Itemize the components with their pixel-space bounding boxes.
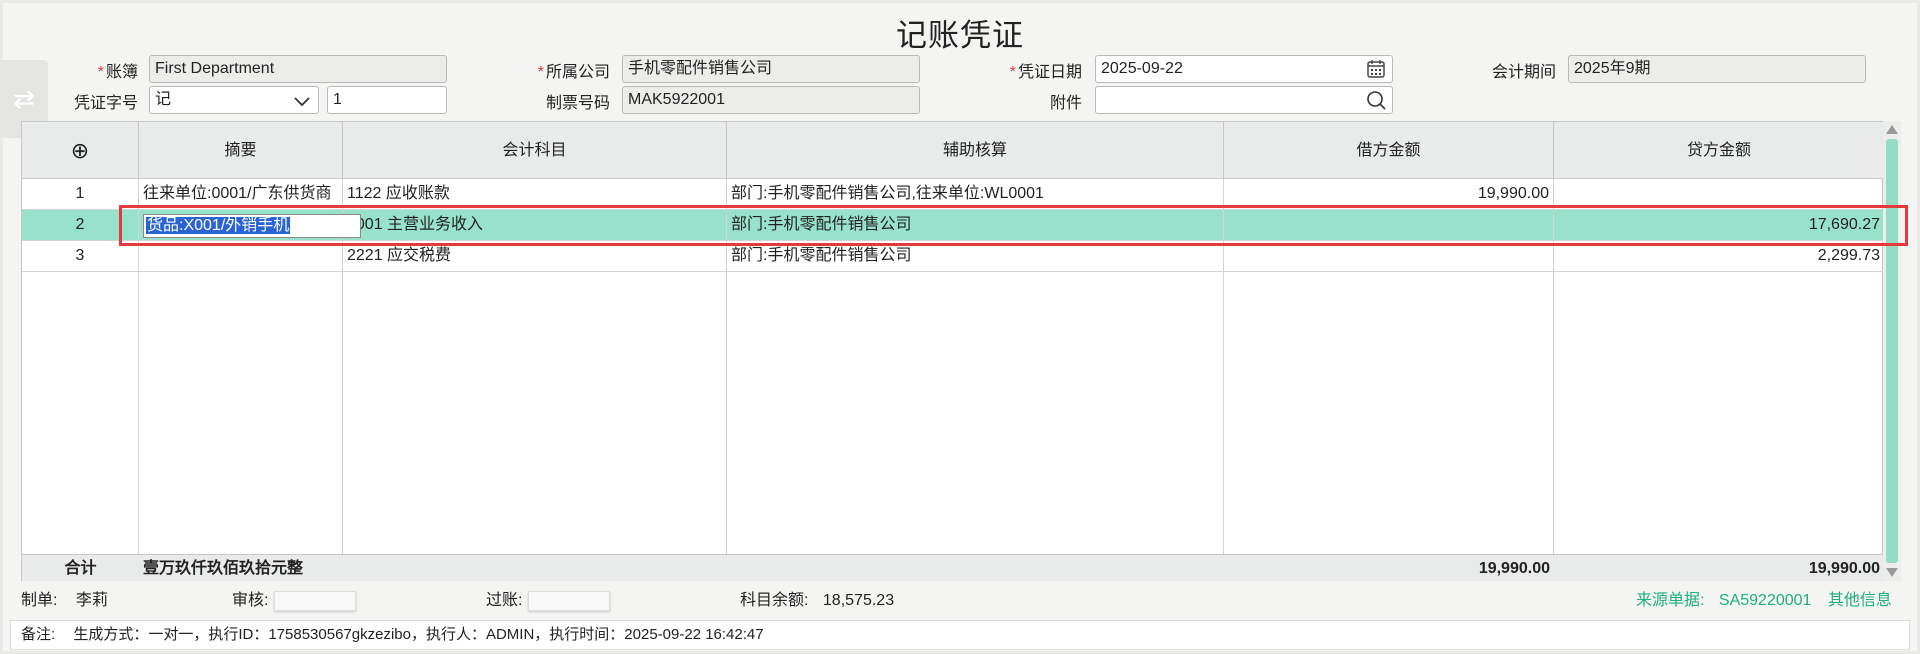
scroll-up-icon[interactable] [1886,125,1898,134]
account-cell[interactable]: 1122 应收账款 [343,179,727,209]
table-header: ⊕ 摘要 会计科目 辅助核算 借方金额 贷方金额 [22,122,1884,179]
debit-cell[interactable] [1224,210,1554,240]
company-label: * 所属公司 [537,64,610,81]
search-icon[interactable] [1366,90,1386,110]
source-link[interactable]: SA59220001 [1719,592,1812,609]
debit-cell[interactable]: 19,990.00 [1224,179,1554,209]
balance-label: 科目余额: [740,592,809,609]
account-cell[interactable]: 2221 应交税费 [343,241,727,271]
invoice-no-label: 制票号码 [545,95,610,112]
total-credit: 19,990.00 [1808,560,1880,577]
row-number: 1 [22,179,139,209]
review-label: 审核: [232,592,269,609]
maker-info: 制单: 李莉 [21,586,108,610]
col-summary: 摘要 [139,122,343,179]
voucher-date-value: 2025-09-22 [1101,60,1183,77]
review-field[interactable] [274,590,357,611]
column-divider [1553,272,1554,554]
voucher-word-label: 凭证字号 [73,95,138,112]
summary-cell[interactable] [139,241,343,271]
vertical-scrollbar[interactable] [1883,121,1901,581]
col-debit: 借方金额 [1224,122,1554,179]
credit-cell[interactable]: 17,690.27 [1554,210,1884,240]
add-row-cell: ⊕ [22,122,139,179]
column-divider [342,272,343,554]
scrollbar-thumb[interactable] [1886,139,1898,563]
credit-cell[interactable]: 2,299.73 [1554,241,1884,271]
summary-edit-input[interactable]: 货品:X001/外销手机 [143,214,361,238]
post-info: 过账: [486,586,611,611]
ledger-label: * 账簿 [97,64,138,81]
voucher-word-value: 记 [155,91,172,108]
balance-info: 科目余额: 18,575.23 [740,586,894,610]
remark-text: 生成方式：一对一，执行ID：1758530567gkzezibo，执行人：ADM… [73,626,764,643]
total-label: 合计 [64,560,97,577]
attachment-label: 附件 [1049,95,1082,112]
column-divider [1223,272,1224,554]
post-field[interactable] [528,590,611,611]
summary-selected-text: 货品:X001/外销手机 [146,217,291,234]
other-info-link[interactable]: 其他信息 [1828,592,1892,609]
period-label: 会计期间 [1491,64,1556,81]
calendar-icon[interactable] [1366,59,1386,79]
auxiliary-cell[interactable]: 部门:手机零配件销售公司 [727,241,1224,271]
voucher-number-field[interactable]: 1 [327,86,447,114]
table-row-selected[interactable]: 2 6001 主营业务收入 部门:手机零配件销售公司 17,690.27 货品:… [22,210,1884,241]
company-field[interactable]: 手机零配件销售公司 [622,55,920,83]
col-auxiliary: 辅助核算 [727,122,1224,179]
source-label: 来源单据: [1636,592,1705,609]
total-in-words: 壹万玖仟玖佰玖拾元整 [143,560,304,577]
maker-label: 制单: [21,592,58,609]
post-label: 过账: [486,592,523,609]
credit-cell[interactable] [1554,179,1884,209]
col-account: 会计科目 [343,122,727,179]
remark-bar: 备注: 生成方式：一对一，执行ID：1758530567gkzezibo，执行人… [10,620,1910,650]
table-row[interactable]: 3 2221 应交税费 部门:手机零配件销售公司 2,299.73 [22,241,1884,272]
invoice-no-field[interactable]: MAK5922001 [622,86,920,114]
attachment-field[interactable] [1095,86,1393,114]
table-row[interactable]: 1 往来单位:0001/广东供货商 1122 应收账款 部门:手机零配件销售公司… [22,179,1884,210]
add-row-icon[interactable]: ⊕ [71,138,89,163]
ledger-field[interactable]: First Department [149,55,447,83]
chevron-down-icon [294,97,310,107]
remark-label: 备注: [21,626,56,643]
totals-row: 合计 壹万玖仟玖佰玖拾元整 19,990.00 19,990.00 [22,554,1884,581]
col-credit: 贷方金额 [1686,142,1751,159]
voucher-date-label: * 凭证日期 [1009,64,1082,81]
period-field[interactable]: 2025年9期 [1568,55,1866,83]
row-number: 2 [22,210,139,240]
balance-value: 18,575.23 [822,592,895,609]
scroll-down-icon[interactable] [1886,568,1898,577]
voucher-date-field[interactable]: 2025-09-22 [1095,55,1393,83]
maker-value: 李莉 [75,592,108,609]
debit-cell[interactable] [1224,241,1554,271]
entries-table: ⊕ 摘要 会计科目 辅助核算 借方金额 贷方金额 1 往来单位:0001/广东供… [21,121,1884,581]
source-info: 来源单据: SA59220001 其他信息 [1636,586,1892,610]
swap-arrows-icon: ⇄ [13,83,35,114]
row-number: 3 [22,241,139,271]
column-divider [138,272,139,554]
page-title: 记账凭证 [896,18,1024,53]
account-cell[interactable]: 6001 主营业务收入 [343,210,727,240]
total-debit: 19,990.00 [1478,560,1550,577]
voucher-word-select[interactable]: 记 [149,86,319,114]
review-info: 审核: [232,586,357,611]
summary-cell[interactable]: 往来单位:0001/广东供货商 [139,179,343,209]
auxiliary-cell[interactable]: 部门:手机零配件销售公司 [727,210,1224,240]
auxiliary-cell[interactable]: 部门:手机零配件销售公司,往来单位:WL0001 [727,179,1224,209]
column-divider [726,272,727,554]
